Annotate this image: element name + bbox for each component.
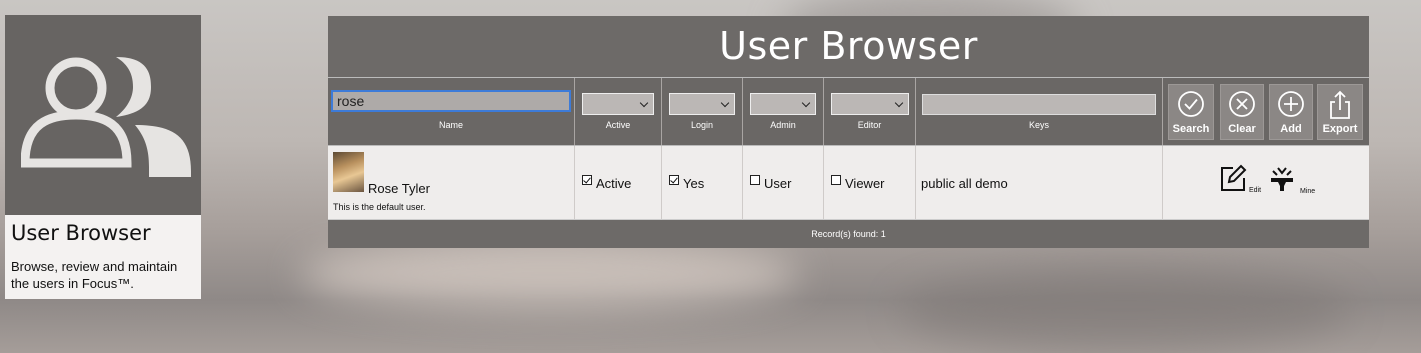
edit-button[interactable]: Edit [1219,164,1261,195]
edit-icon [1221,164,1247,191]
active-checkbox[interactable] [582,175,592,185]
name-filter-input[interactable] [331,90,571,112]
editor-cell: Viewer [824,146,916,219]
active-cell: Active [575,146,662,219]
login-filter-select[interactable] [669,93,735,115]
user-browser-panel: User Browser Name Active Login Admin Edi… [328,16,1369,248]
admin-checkbox[interactable] [750,175,760,185]
card-title: User Browser [11,221,151,245]
search-icon [1178,91,1204,117]
admin-filter-cell: Admin [743,78,824,145]
login-cell: Yes [662,146,743,219]
page-title: User Browser [328,16,1369,77]
active-value: Active [596,176,632,191]
avatar [333,152,364,192]
user-name[interactable]: Rose Tyler [368,181,430,196]
login-checkbox[interactable] [669,175,679,185]
user-note: This is the default user. [333,202,426,212]
admin-value: User [764,176,792,191]
user-browser-card[interactable]: User Browser Browse, review and maintain… [5,15,201,299]
active-filter-select[interactable] [582,93,654,115]
admin-cell: User [743,146,824,219]
clear-button-label: Clear [1228,123,1256,135]
export-icon [1330,90,1350,119]
login-filter-cell: Login [662,78,743,145]
add-button[interactable]: Add [1269,84,1313,140]
filter-row: Name Active Login Admin Editor Keys [328,77,1369,146]
export-button[interactable]: Export [1317,84,1363,140]
active-filter-label: Active [605,120,631,130]
editor-filter-label: Editor [857,120,882,130]
card-description: Browse, review and maintain the users in… [11,259,178,291]
actions-cell: Search Clear Add Export [1163,78,1369,145]
add-icon [1278,91,1304,117]
editor-checkbox[interactable] [831,175,841,185]
clear-icon [1229,91,1255,117]
table-row[interactable]: Rose Tyler This is the default user. Act… [328,146,1369,220]
name-filter-cell: Name [328,78,575,145]
card-icon-area [5,15,201,215]
mine-icon [1271,167,1293,191]
clear-button[interactable]: Clear [1220,84,1264,140]
keys-filter-input[interactable] [922,94,1156,115]
active-filter-cell: Active [575,78,662,145]
row-actions-cell: Edit Mine [1163,146,1369,219]
mine-button[interactable]: Mine [1268,165,1315,196]
users-icon [21,57,191,177]
add-button-label: Add [1280,123,1302,135]
search-button[interactable]: Search [1168,84,1214,140]
editor-value: Viewer [845,176,885,191]
export-button-label: Export [1322,123,1358,135]
editor-filter-cell: Editor [824,78,916,145]
search-button-label: Search [1172,123,1210,135]
keys-value: public all demo [921,176,1008,191]
login-value: Yes [683,176,705,191]
editor-filter-select[interactable] [831,93,909,115]
keys-filter-cell: Keys [916,78,1163,145]
keys-filter-label: Keys [1028,120,1049,130]
edit-label: Edit [1249,187,1262,194]
record-count: Record(s) found: 1 [328,220,1369,248]
admin-filter-label: Admin [770,120,796,130]
name-cell: Rose Tyler This is the default user. [328,146,575,219]
admin-filter-select[interactable] [750,93,816,115]
name-filter-label: Name [438,120,463,130]
login-filter-label: Login [690,120,714,130]
mine-label: Mine [1300,188,1316,195]
keys-cell: public all demo [916,146,1163,219]
